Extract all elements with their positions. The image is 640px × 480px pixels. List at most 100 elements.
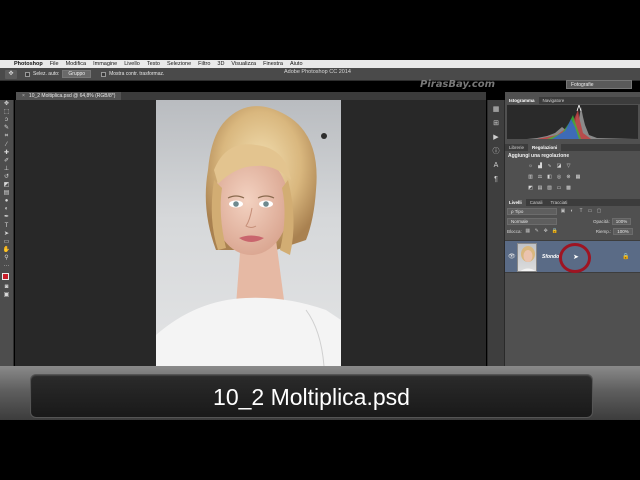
layer-thumbnail xyxy=(517,243,537,272)
tab-libraries[interactable]: Librerie xyxy=(505,144,528,151)
channel-mixer-icon[interactable]: ⊛ xyxy=(565,174,572,180)
watermark: PirasBay.com xyxy=(420,79,496,90)
menu-filtro[interactable]: Filtro xyxy=(198,61,210,67)
dodge-icon[interactable]: ◐ xyxy=(2,206,12,213)
history-panel-icon[interactable]: ▦ xyxy=(491,105,501,114)
filter-pixel-icon[interactable]: ▣ xyxy=(560,208,566,214)
lock-icon[interactable]: 🔒 xyxy=(622,253,629,260)
character-panel-icon[interactable]: A xyxy=(491,161,501,170)
healing-brush-icon[interactable]: ✚ xyxy=(2,150,12,157)
lock-pixels-icon[interactable]: ✎ xyxy=(534,228,540,234)
tab-layers[interactable]: Livelli xyxy=(505,199,526,206)
gradient-map-icon[interactable]: ▭ xyxy=(556,185,563,191)
visibility-eye-icon[interactable]: 👁 xyxy=(508,253,516,260)
menu-aiuto[interactable]: Aiuto xyxy=(290,61,303,67)
menu-livello[interactable]: Livello xyxy=(124,61,140,67)
opacity-field[interactable]: 100% xyxy=(611,217,632,225)
autoselect-checkbox[interactable] xyxy=(25,71,30,77)
quick-select-icon[interactable]: ✎ xyxy=(2,125,12,132)
layer-row-background[interactable]: 👁 Sfondo 🔒 ➤ xyxy=(505,240,640,273)
document-tab[interactable]: × 10_2 Moltiplica.psd @ 64,8% (RGB/8*) xyxy=(16,92,122,100)
hue-saturation-icon[interactable]: ▥ xyxy=(527,174,534,180)
brush-icon[interactable]: ✐ xyxy=(2,158,12,165)
paragraph-panel-icon[interactable]: ¶ xyxy=(491,175,501,184)
menu-3d[interactable]: 3D xyxy=(217,61,224,67)
color-balance-icon[interactable]: ⚖ xyxy=(537,174,544,180)
adjustments-row-2: ▥ ⚖ ◧ ◎ ⊛ ▦ xyxy=(527,174,584,180)
menu-immagine[interactable]: Immagine xyxy=(93,61,117,67)
canvas-area[interactable] xyxy=(15,100,486,366)
blur-icon[interactable]: ● xyxy=(2,198,12,205)
workspace-dropdown[interactable]: Fotografie xyxy=(566,80,632,89)
levels-icon[interactable]: ▟ xyxy=(537,163,544,169)
black-white-icon[interactable]: ◧ xyxy=(546,174,553,180)
tab-histogram[interactable]: Istogramma xyxy=(505,97,539,104)
photo-filter-icon[interactable]: ◎ xyxy=(556,174,563,180)
hand-icon[interactable]: ✋ xyxy=(2,247,12,254)
lock-transparent-icon[interactable]: ▦ xyxy=(525,228,531,234)
posterize-icon[interactable]: ▤ xyxy=(537,185,544,191)
gradient-icon[interactable]: ▤ xyxy=(2,190,12,197)
menu-file[interactable]: File xyxy=(50,61,59,67)
tab-navigator[interactable]: Navigatore xyxy=(539,97,569,104)
transform-controls-checkbox[interactable] xyxy=(101,71,107,77)
quick-mask-icon[interactable]: ◙ xyxy=(2,284,12,291)
filter-smart-icon[interactable]: ▢ xyxy=(596,208,602,214)
filter-type-icon[interactable]: T xyxy=(578,208,584,214)
menu-modifica[interactable]: Modifica xyxy=(66,61,86,67)
brightness-contrast-icon[interactable]: ☼ xyxy=(527,163,534,169)
clone-stamp-icon[interactable]: ⊥ xyxy=(2,166,12,173)
eyedropper-icon[interactable]: ⁄ xyxy=(2,142,12,149)
lasso-icon[interactable]: ↄ xyxy=(2,117,12,124)
info-panel-icon[interactable]: ⓘ xyxy=(491,147,501,156)
exposure-icon[interactable]: ◪ xyxy=(556,163,563,169)
curves-icon[interactable]: ∿ xyxy=(546,163,553,169)
histogram-display xyxy=(507,105,638,139)
layer-filter-kind[interactable]: ρ Tipo xyxy=(507,207,557,215)
path-select-icon[interactable]: ➤ xyxy=(2,231,12,238)
vibrance-icon[interactable]: ▽ xyxy=(565,163,572,169)
portrait-image xyxy=(156,106,341,366)
tab-channels[interactable]: Canali xyxy=(526,199,547,206)
filter-adjust-icon[interactable]: ◐ xyxy=(569,208,575,214)
filter-shape-icon[interactable]: ▭ xyxy=(587,208,593,214)
move-tool-icon[interactable]: ✥ xyxy=(5,69,17,79)
menu-selezione[interactable]: Selezione xyxy=(167,61,191,67)
opacity-label: Opacità: xyxy=(593,218,610,224)
tab-paths[interactable]: Tracciati xyxy=(547,199,572,206)
pen-icon[interactable]: ✒ xyxy=(2,214,12,221)
crop-icon[interactable]: ⌗ xyxy=(2,133,12,140)
lock-label: Blocca: xyxy=(507,228,522,234)
menu-finestra[interactable]: Finestra xyxy=(263,61,283,67)
shape-icon[interactable]: ▭ xyxy=(2,239,12,246)
screen-mode-icon[interactable]: ▣ xyxy=(2,292,12,299)
caption-band: 10_2 Moltiplica.psd xyxy=(0,366,640,420)
menu-visualizza[interactable]: Visualizza xyxy=(231,61,256,67)
autoselect-dropdown[interactable]: Gruppo xyxy=(62,70,92,78)
actions-panel-icon[interactable]: ▶ xyxy=(491,133,501,142)
more-tools-icon[interactable]: ··· xyxy=(2,263,12,270)
menu-testo[interactable]: Testo xyxy=(147,61,160,67)
foreground-color-swatch[interactable] xyxy=(1,272,9,280)
threshold-icon[interactable]: ▨ xyxy=(546,185,553,191)
transform-controls-label: Mostra contr. trasformaz. xyxy=(109,71,165,77)
color-swatches[interactable] xyxy=(1,272,12,283)
type-icon[interactable]: T xyxy=(2,223,12,230)
zoom-icon[interactable]: ⚲ xyxy=(2,255,12,262)
marquee-icon[interactable]: ⬚ xyxy=(2,109,12,116)
properties-panel-icon[interactable]: ⊞ xyxy=(491,119,501,128)
fill-field[interactable]: 100% xyxy=(613,227,633,235)
lock-all-icon[interactable]: 🔒 xyxy=(552,228,558,234)
history-brush-icon[interactable]: ↺ xyxy=(2,174,12,181)
move-icon[interactable]: ✥ xyxy=(2,101,12,108)
lock-position-icon[interactable]: ✥ xyxy=(543,228,549,234)
close-tab-icon[interactable]: × xyxy=(22,93,25,99)
menu-app-photoshop[interactable]: Photoshop xyxy=(14,61,43,67)
color-lookup-icon[interactable]: ▦ xyxy=(575,174,582,180)
tab-adjustments[interactable]: Regolazioni xyxy=(528,144,562,151)
invert-icon[interactable]: ◩ xyxy=(527,185,534,191)
histogram-panel-tabs: Istogramma Navigatore xyxy=(505,97,640,104)
selective-color-icon[interactable]: ▩ xyxy=(565,185,572,191)
eraser-icon[interactable]: ◩ xyxy=(2,182,12,189)
blend-mode-dropdown[interactable]: Normale xyxy=(507,217,557,225)
